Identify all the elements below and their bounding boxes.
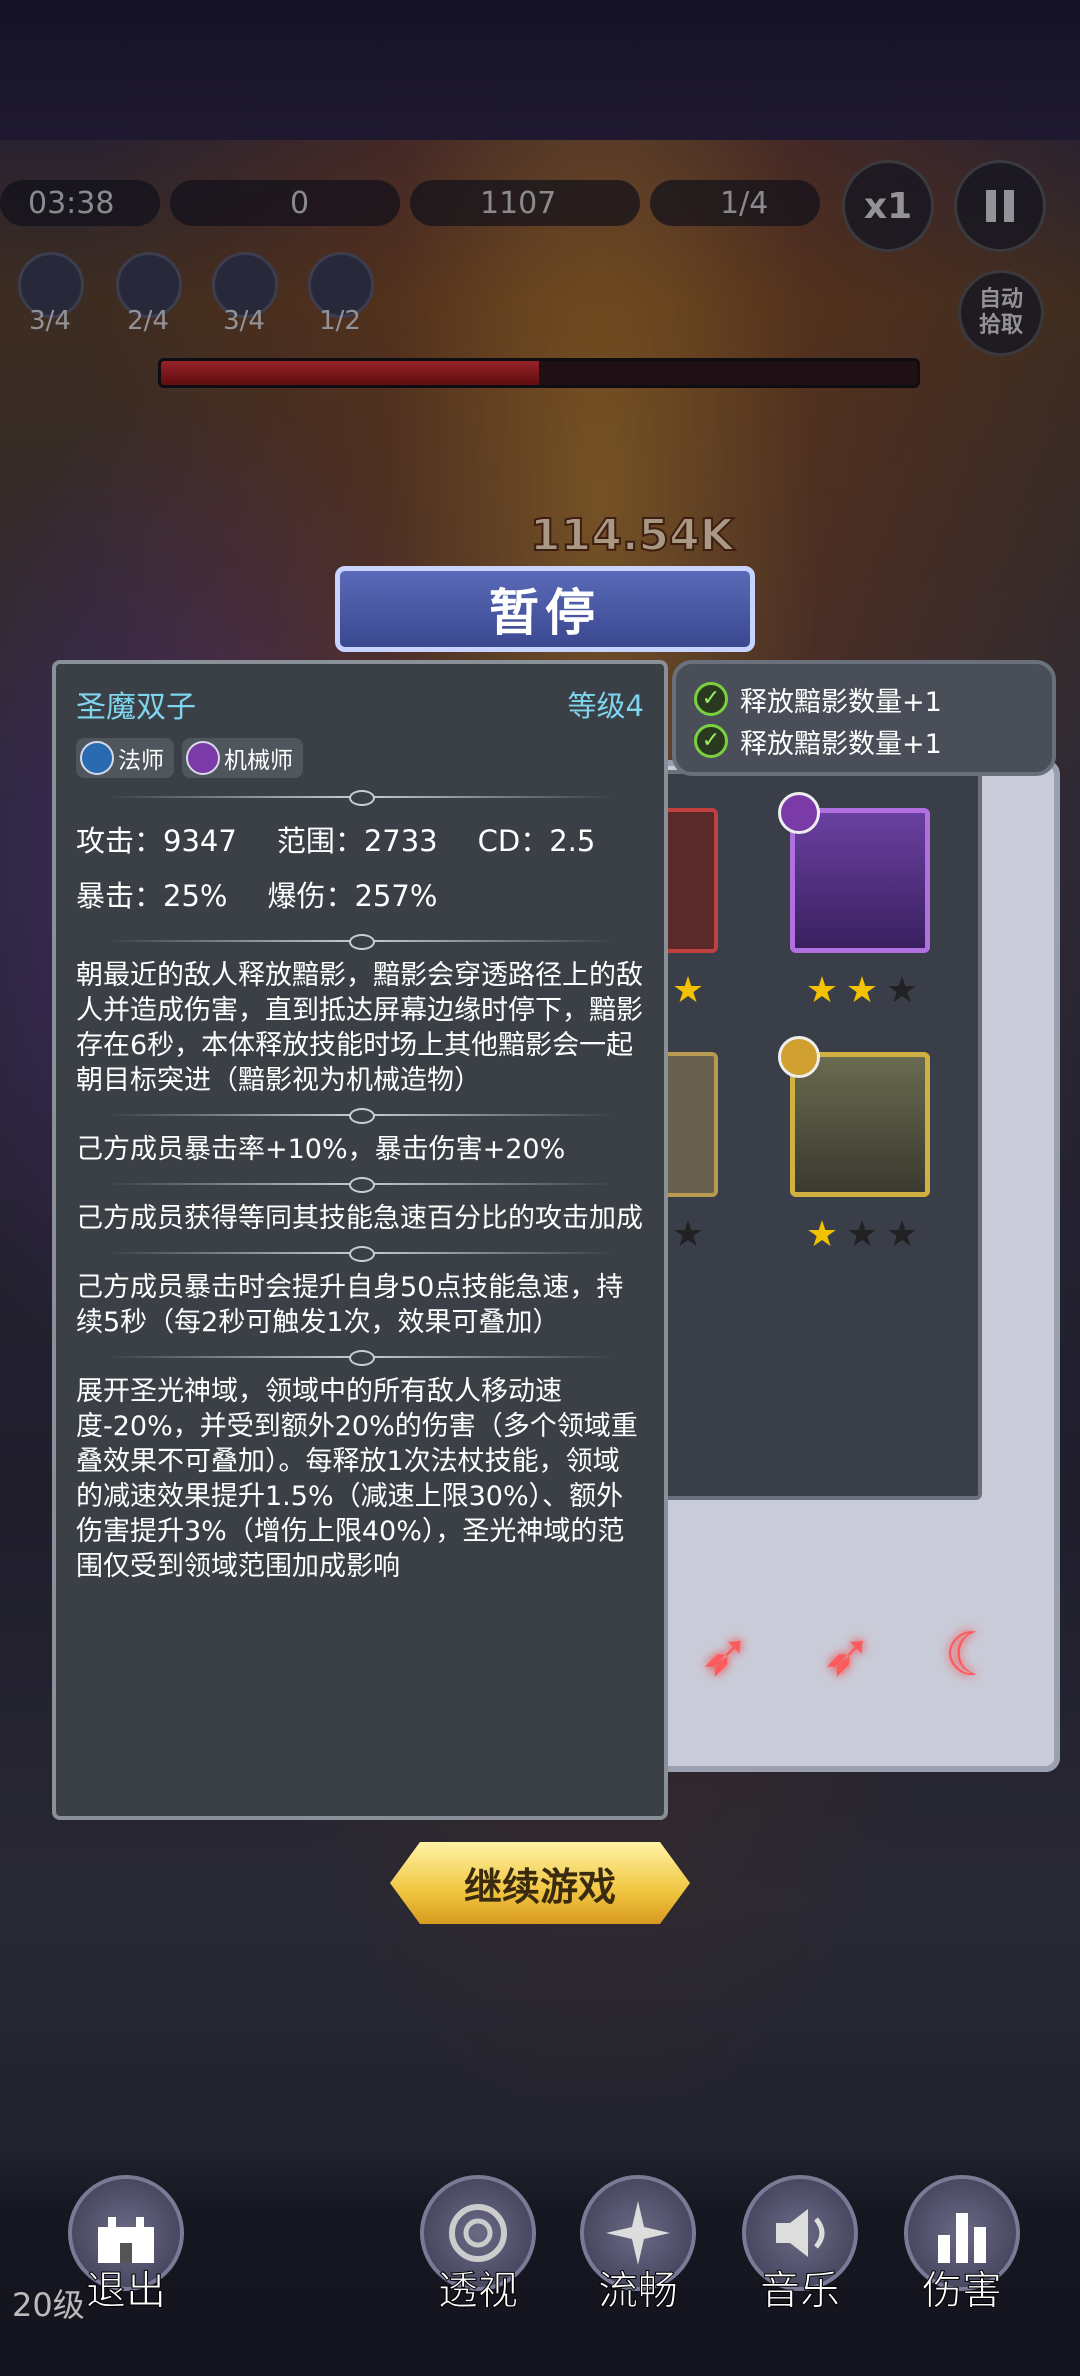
- star-icon: ★: [845, 970, 879, 1011]
- exit-label: 退出: [86, 2268, 167, 2315]
- class-tag-label: 机械师: [224, 748, 293, 774]
- star-icon: ★: [805, 970, 839, 1011]
- divider: [76, 930, 644, 952]
- stat-attack: 攻击：9347: [76, 824, 237, 858]
- class-tag-label: 法师: [118, 748, 164, 774]
- skill-description: 朝最近的敌人释放黯影，黯影会穿透路径上的敌人并造成伤害，直到抵达屏幕边缘时停下，…: [76, 960, 643, 1096]
- effect-text: 释放黯影数量+1: [740, 728, 942, 760]
- effect-row: ✓ 释放黯影数量+1: [694, 720, 1034, 762]
- passive-description: 己方成员获得等同其技能急速百分比的攻击加成: [76, 1203, 643, 1234]
- divider: [76, 1173, 644, 1195]
- staff-icon: [80, 741, 114, 775]
- continue-button[interactable]: 继续游戏: [390, 1842, 690, 1924]
- arrows-icon: ➶: [822, 1620, 873, 1690]
- effect-icon: ✓: [694, 682, 728, 716]
- arrow-icon: ➶: [700, 1620, 751, 1690]
- star-icon: ★: [805, 1214, 839, 1255]
- staff-icon: [778, 1036, 820, 1078]
- divider: [76, 1104, 644, 1126]
- passive-description: 己方成员暴击时会提升自身50点技能急速，持续5秒（每2秒可触发1次，效果可叠加）: [76, 1272, 624, 1338]
- gear-icon: [778, 792, 820, 834]
- detail-header: 圣魔双子 等级4: [76, 682, 644, 726]
- damage-label: 伤害: [922, 2268, 1003, 2315]
- class-tag-mage: 法师: [76, 738, 174, 778]
- effect-row: ✓ 释放黯影数量+1: [694, 678, 1034, 720]
- hook-icon: ☾: [944, 1620, 998, 1690]
- stat-cd: CD：2.5: [477, 824, 596, 858]
- continue-label: 继续游戏: [463, 1864, 616, 1909]
- effect-icon: ✓: [694, 724, 728, 758]
- music-label: 音乐: [760, 2268, 841, 2315]
- effect-text: 释放黯影数量+1: [740, 686, 942, 718]
- weapon-row: ➶ ➶ ☾: [700, 1620, 1008, 1690]
- divider: [76, 1346, 644, 1368]
- stat-range: 范围：2733: [276, 824, 438, 858]
- stat-crit: 暴击：25%: [76, 879, 228, 913]
- stats-row: 暴击：25% 爆伤：257%: [76, 869, 644, 924]
- star-icon: ★: [671, 970, 705, 1011]
- divider: [76, 786, 644, 808]
- passive-description: 展开圣光神域，领域中的所有敌人移动速度-20%，并受到额外20%的伤害（多个领域…: [76, 1376, 638, 1582]
- stats-row: 攻击：9347 范围：2733 CD：2.5: [76, 814, 644, 869]
- star-icon: ★: [671, 1214, 705, 1255]
- stats-block: 攻击：9347 范围：2733 CD：2.5 暴击：25% 爆伤：257%: [76, 814, 644, 924]
- star-icon: ★: [845, 1214, 879, 1255]
- divider: [76, 1242, 644, 1264]
- star-icon: ★: [885, 970, 919, 1011]
- passive-description: 己方成员暴击率+10%，暴击伤害+20%: [76, 1134, 566, 1165]
- effects-tooltip: ✓ 释放黯影数量+1 ✓ 释放黯影数量+1: [672, 660, 1056, 776]
- gear-icon: [186, 741, 220, 775]
- stat-crit-damage: 爆伤：257%: [267, 879, 438, 913]
- hero-detail-panel: 圣魔双子 等级4 法师 机械师 攻击：9347 范围：2733 CD：2.5 暴击：…: [52, 660, 668, 1820]
- hero-name: 圣魔双子: [76, 690, 196, 725]
- class-tag-mechanic: 机械师: [182, 738, 303, 778]
- smooth-label: 流畅: [598, 2268, 679, 2315]
- hero-level: 等级4: [567, 689, 644, 723]
- transparent-label: 透视: [438, 2268, 519, 2315]
- class-tags: 法师 机械师: [76, 738, 644, 780]
- pause-title: 暂停: [335, 566, 755, 652]
- star-icon: ★: [885, 1214, 919, 1255]
